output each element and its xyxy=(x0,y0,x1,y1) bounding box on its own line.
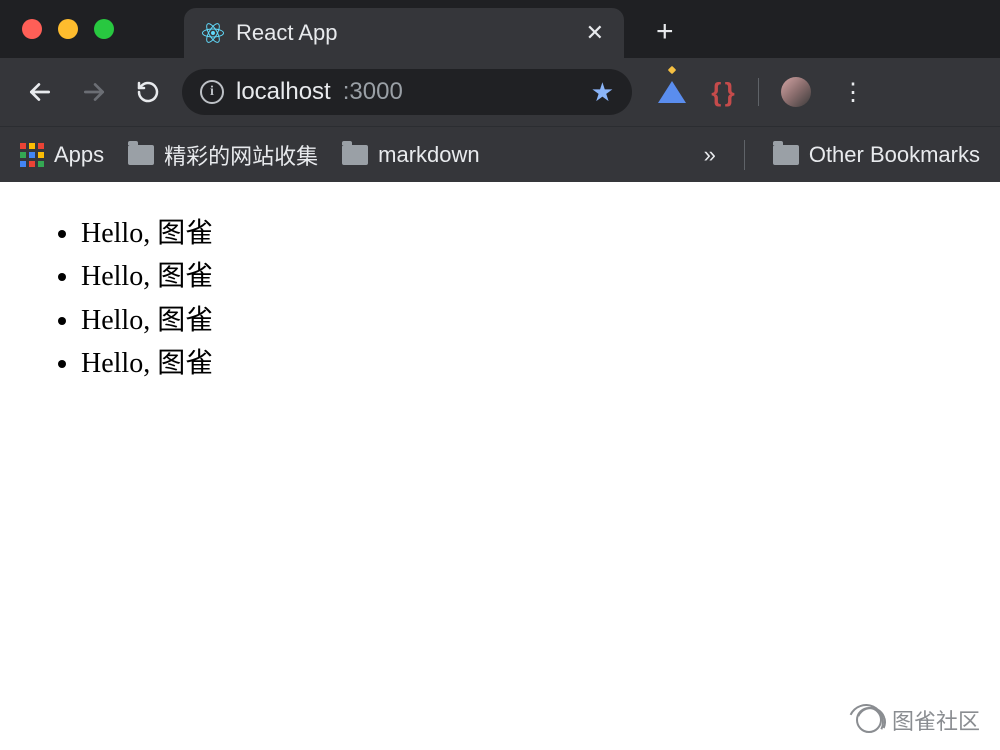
bookmark-folder[interactable]: markdown xyxy=(342,142,479,168)
browser-tab[interactable]: React App ✕ xyxy=(184,8,624,58)
url-host: localhost xyxy=(236,78,331,106)
profile-avatar[interactable] xyxy=(781,77,811,107)
maximize-window-icon[interactable] xyxy=(94,19,114,39)
list-item: Hello, 图雀 xyxy=(81,342,955,385)
extension-icons: { } ⋮ xyxy=(658,77,873,107)
page-content: Hello, 图雀 Hello, 图雀 Hello, 图雀 Hello, 图雀 xyxy=(0,182,1000,416)
toolbar: i localhost :3000 ★ { } ⋮ xyxy=(0,58,1000,126)
separator xyxy=(744,140,745,170)
window-controls xyxy=(22,19,114,39)
apps-shortcut[interactable]: Apps xyxy=(20,142,104,168)
bookmarks-overflow-button[interactable]: » xyxy=(704,142,716,168)
list-item: Hello, 图雀 xyxy=(81,255,955,298)
other-bookmarks[interactable]: Other Bookmarks xyxy=(773,142,980,168)
tab-title: React App xyxy=(236,20,568,46)
list-item: Hello, 图雀 xyxy=(81,212,955,255)
close-tab-icon[interactable]: ✕ xyxy=(580,18,610,48)
list-item: Hello, 图雀 xyxy=(81,299,955,342)
arrow-left-icon xyxy=(27,79,53,105)
separator xyxy=(758,78,759,106)
url-port: :3000 xyxy=(343,78,403,106)
bookmark-folder[interactable]: 精彩的网站收集 xyxy=(128,139,318,171)
reload-icon xyxy=(136,80,160,104)
bookmarks-bar: Apps 精彩的网站收集 markdown » Other Bookmarks xyxy=(0,126,1000,182)
title-bar: React App ✕ + xyxy=(0,0,1000,58)
reload-button[interactable] xyxy=(128,72,168,112)
react-favicon-icon xyxy=(202,22,224,44)
watermark-text: 图雀社区 xyxy=(892,704,980,736)
extension-braces-icon[interactable]: { } xyxy=(708,78,736,106)
watermark: 图雀社区 xyxy=(856,704,980,736)
extension-graduation-icon[interactable] xyxy=(658,78,686,106)
folder-icon xyxy=(773,145,799,165)
apps-label: Apps xyxy=(54,142,104,168)
address-bar[interactable]: i localhost :3000 ★ xyxy=(182,69,632,115)
back-button[interactable] xyxy=(20,72,60,112)
forward-button[interactable] xyxy=(74,72,114,112)
browser-menu-button[interactable]: ⋮ xyxy=(833,78,873,107)
bookmark-label: 精彩的网站收集 xyxy=(164,139,318,171)
folder-icon xyxy=(128,145,154,165)
folder-icon xyxy=(342,145,368,165)
hello-list: Hello, 图雀 Hello, 图雀 Hello, 图雀 Hello, 图雀 xyxy=(45,212,955,386)
apps-grid-icon xyxy=(20,143,44,167)
wechat-icon xyxy=(856,707,882,733)
other-bookmarks-label: Other Bookmarks xyxy=(809,142,980,168)
minimize-window-icon[interactable] xyxy=(58,19,78,39)
site-info-icon[interactable]: i xyxy=(200,80,224,104)
arrow-right-icon xyxy=(81,79,107,105)
bookmark-star-icon[interactable]: ★ xyxy=(591,77,614,108)
close-window-icon[interactable] xyxy=(22,19,42,39)
browser-chrome: React App ✕ + i localhost :3000 ★ { } ⋮ xyxy=(0,0,1000,182)
bookmark-label: markdown xyxy=(378,142,479,168)
new-tab-button[interactable]: + xyxy=(646,13,684,51)
